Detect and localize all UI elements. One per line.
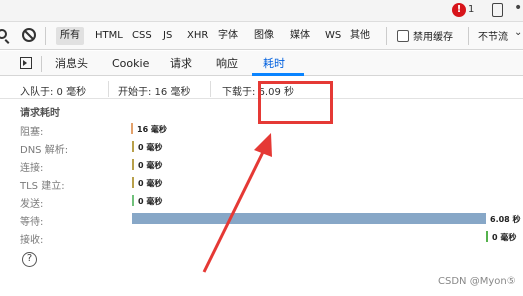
- annotation-arrow: [202, 133, 272, 273]
- arrow-shaft: [202, 149, 266, 273]
- arrow-head: [254, 133, 272, 157]
